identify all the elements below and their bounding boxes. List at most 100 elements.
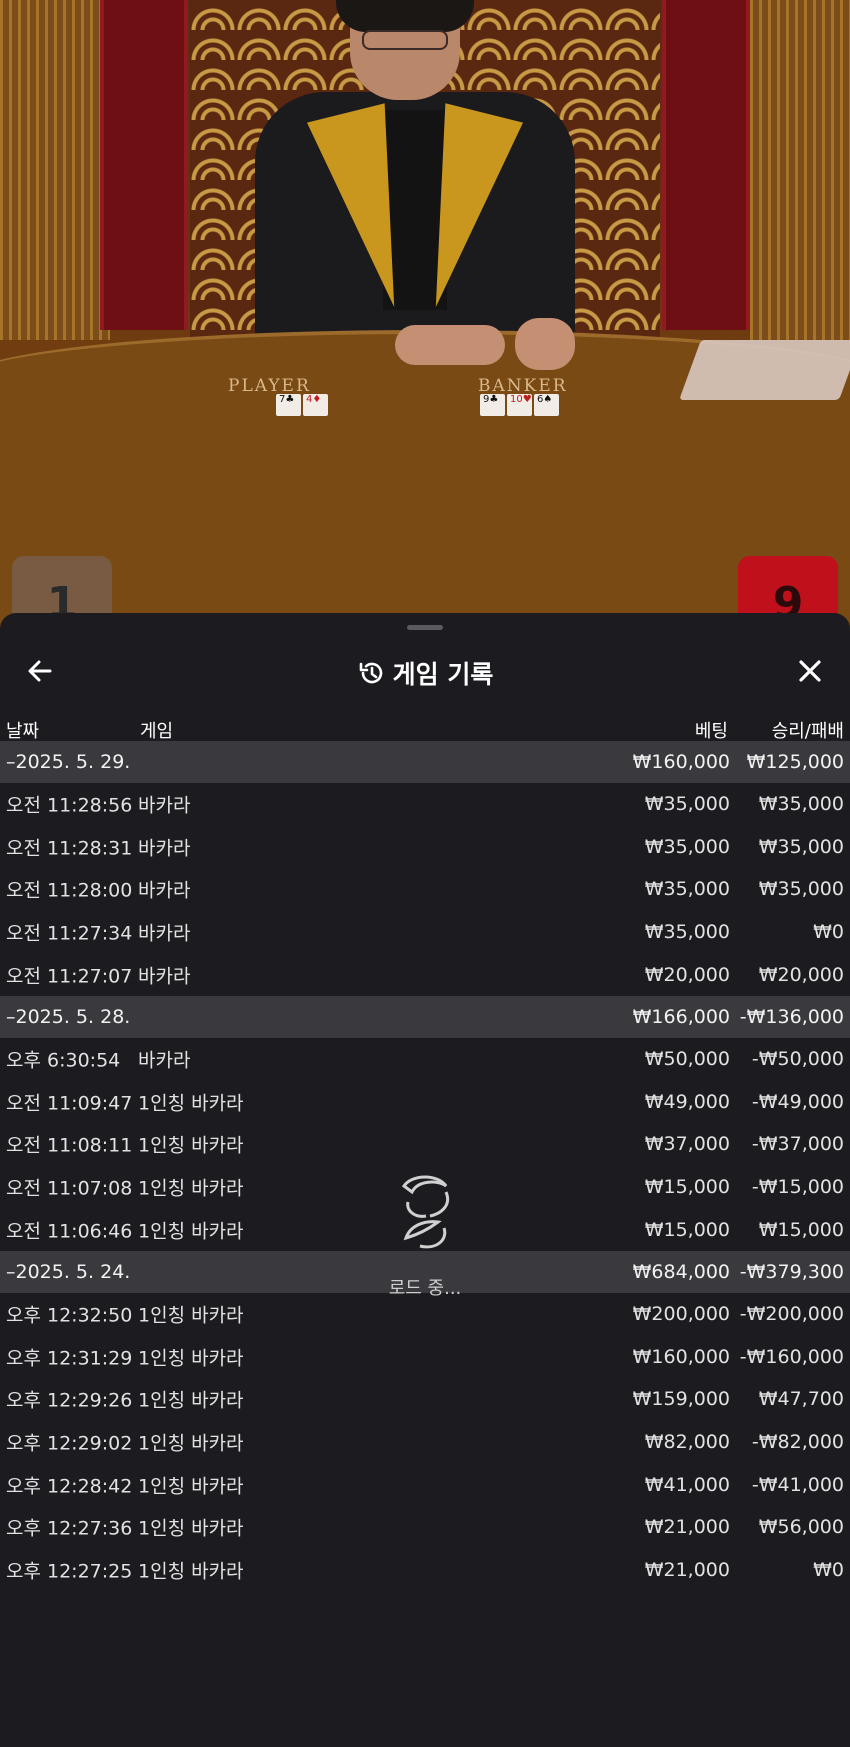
- curtain-right: [750, 0, 850, 340]
- row-result: ₩35,000: [758, 835, 844, 858]
- dealer-hand-left: [395, 325, 505, 365]
- history-row[interactable]: 오전 11:27:34 바카라 ₩35,000 ₩0: [0, 911, 850, 954]
- row-time: 오전 11:28:00: [6, 879, 133, 902]
- playing-card: 10♥: [507, 394, 532, 416]
- row-time: 오전 11:09:47: [6, 1092, 133, 1115]
- row-time: 오후 12:29:26: [6, 1389, 133, 1412]
- card-shoe: [679, 340, 850, 400]
- playing-card: 6♠: [534, 394, 559, 416]
- player-area-label: PLAYER: [228, 376, 311, 396]
- row-result: -₩49,000: [751, 1090, 844, 1113]
- row-result: ₩20,000: [758, 963, 844, 986]
- row-bet: ₩21,000: [644, 1558, 730, 1581]
- row-time: 오전 11:27:07: [6, 965, 133, 988]
- row-bet: ₩15,000: [644, 1176, 730, 1199]
- group-bet-total: ₩166,000: [632, 1005, 730, 1028]
- group-result-total: ₩125,000: [746, 751, 844, 773]
- curtain-left: [0, 0, 110, 340]
- dealer-hair: [336, 0, 474, 32]
- history-row[interactable]: 오후 6:30:54 바카라 ₩50,000 -₩50,000: [0, 1038, 850, 1081]
- row-game: 바카라: [138, 837, 191, 860]
- group-date: –2025. 5. 29.: [6, 751, 131, 773]
- dealer-glasses: [362, 30, 448, 50]
- row-bet: ₩35,000: [644, 793, 730, 816]
- loading-spinner-icon: [401, 1175, 449, 1249]
- red-pillar-right: [662, 0, 750, 330]
- history-row[interactable]: 오후 12:29:02 1인칭 바카라 ₩82,000 -₩82,000: [0, 1421, 850, 1464]
- column-game: 게임: [140, 721, 174, 742]
- drag-handle[interactable]: [407, 625, 443, 630]
- column-result: 승리/패배: [771, 721, 844, 742]
- row-time: 오후 6:30:54: [6, 1049, 121, 1072]
- row-bet: ₩35,000: [644, 835, 730, 858]
- history-row[interactable]: 오전 11:08:11 1인칭 바카라 ₩37,000 -₩37,000: [0, 1123, 850, 1166]
- column-date: 날짜: [6, 721, 40, 742]
- row-result: -₩37,000: [751, 1133, 844, 1156]
- row-game: 1인칭 바카라: [138, 1475, 244, 1498]
- row-result: -₩200,000: [739, 1303, 844, 1326]
- playing-card: 9♣: [480, 394, 505, 416]
- row-bet: ₩41,000: [644, 1473, 730, 1496]
- row-bet: ₩37,000: [644, 1133, 730, 1156]
- row-result: ₩35,000: [758, 878, 844, 901]
- close-icon: [799, 660, 821, 682]
- row-time: 오후 12:29:02: [6, 1432, 133, 1455]
- row-game: 1인칭 바카라: [138, 1092, 244, 1115]
- date-group-header[interactable]: –2025. 5. 29. ₩160,000 ₩125,000: [0, 741, 850, 783]
- row-result: -₩50,000: [751, 1048, 844, 1071]
- history-row[interactable]: 오후 12:27:25 1인칭 바카라 ₩21,000 ₩0: [0, 1549, 850, 1592]
- date-group-header[interactable]: –2025. 5. 28. ₩166,000 -₩136,000: [0, 995, 850, 1038]
- dealer-hand-right: [515, 318, 575, 370]
- row-result: ₩47,700: [758, 1388, 844, 1411]
- row-bet: ₩20,000: [644, 963, 730, 986]
- history-row[interactable]: 오전 11:28:56 바카라 ₩35,000 ₩35,000: [0, 783, 850, 826]
- group-bet-total: ₩160,000: [632, 751, 730, 773]
- row-time: 오후 12:27:36: [6, 1517, 133, 1540]
- row-bet: ₩49,000: [644, 1090, 730, 1113]
- history-row[interactable]: 오전 11:27:07 바카라 ₩20,000 ₩20,000: [0, 953, 850, 996]
- row-game: 바카라: [138, 879, 191, 902]
- row-game: 1인칭 바카라: [138, 1347, 244, 1370]
- row-bet: ₩35,000: [644, 921, 730, 944]
- row-time: 오후 12:28:42: [6, 1475, 133, 1498]
- row-time: 오후 12:31:29: [6, 1347, 133, 1370]
- sheet-title: 게임 기록: [0, 655, 850, 691]
- row-result: ₩56,000: [758, 1516, 844, 1539]
- row-time: 오후 12:27:25: [6, 1560, 133, 1583]
- row-time: 오전 11:06:46: [6, 1220, 133, 1243]
- row-bet: ₩160,000: [632, 1345, 730, 1368]
- group-date: –2025. 5. 28.: [6, 1005, 131, 1028]
- column-bet: 베팅: [694, 721, 728, 742]
- row-game: 1인칭 바카라: [138, 1560, 244, 1583]
- row-result: -₩160,000: [739, 1345, 844, 1368]
- row-game: 바카라: [138, 1049, 191, 1072]
- row-bet: ₩21,000: [644, 1516, 730, 1539]
- row-game: 1인칭 바카라: [138, 1134, 244, 1157]
- history-row[interactable]: 오후 12:29:26 1인칭 바카라 ₩159,000 ₩47,700: [0, 1378, 850, 1421]
- row-time: 오후 12:32:50: [6, 1304, 133, 1327]
- history-row[interactable]: 오전 11:09:47 1인칭 바카라 ₩49,000 -₩49,000: [0, 1081, 850, 1124]
- history-row[interactable]: 오후 12:31:29 1인칭 바카라 ₩160,000 -₩160,000: [0, 1336, 850, 1379]
- close-button[interactable]: [792, 653, 828, 689]
- row-result: -₩15,000: [751, 1176, 844, 1199]
- playing-card: 7♣: [276, 394, 301, 416]
- row-time: 오전 11:07:08: [6, 1177, 133, 1200]
- playing-card: 4♦: [303, 394, 328, 416]
- row-time: 오전 11:27:34: [6, 922, 133, 945]
- banker-area-label: BANKER: [478, 376, 568, 396]
- row-bet: ₩15,000: [644, 1218, 730, 1241]
- row-game: 바카라: [138, 922, 191, 945]
- row-bet: ₩200,000: [632, 1303, 730, 1326]
- history-row[interactable]: 오전 11:28:31 바카라 ₩35,000 ₩35,000: [0, 826, 850, 869]
- row-game: 1인칭 바카라: [138, 1220, 244, 1243]
- history-row[interactable]: 오후 12:28:42 1인칭 바카라 ₩41,000 -₩41,000: [0, 1463, 850, 1506]
- history-list: –2025. 5. 29. ₩160,000 ₩125,000 오전 11:28:56…: [0, 741, 850, 1591]
- row-game: 1인칭 바카라: [138, 1177, 244, 1200]
- sheet-title-text: 게임 기록: [392, 660, 494, 689]
- red-pillar-left: [100, 0, 188, 330]
- row-result: -₩41,000: [751, 1473, 844, 1496]
- row-result: ₩15,000: [758, 1218, 844, 1241]
- history-row[interactable]: 오전 11:28:00 바카라 ₩35,000 ₩35,000: [0, 868, 850, 911]
- history-row[interactable]: 오후 12:27:36 1인칭 바카라 ₩21,000 ₩56,000: [0, 1506, 850, 1549]
- row-game: 바카라: [138, 794, 191, 817]
